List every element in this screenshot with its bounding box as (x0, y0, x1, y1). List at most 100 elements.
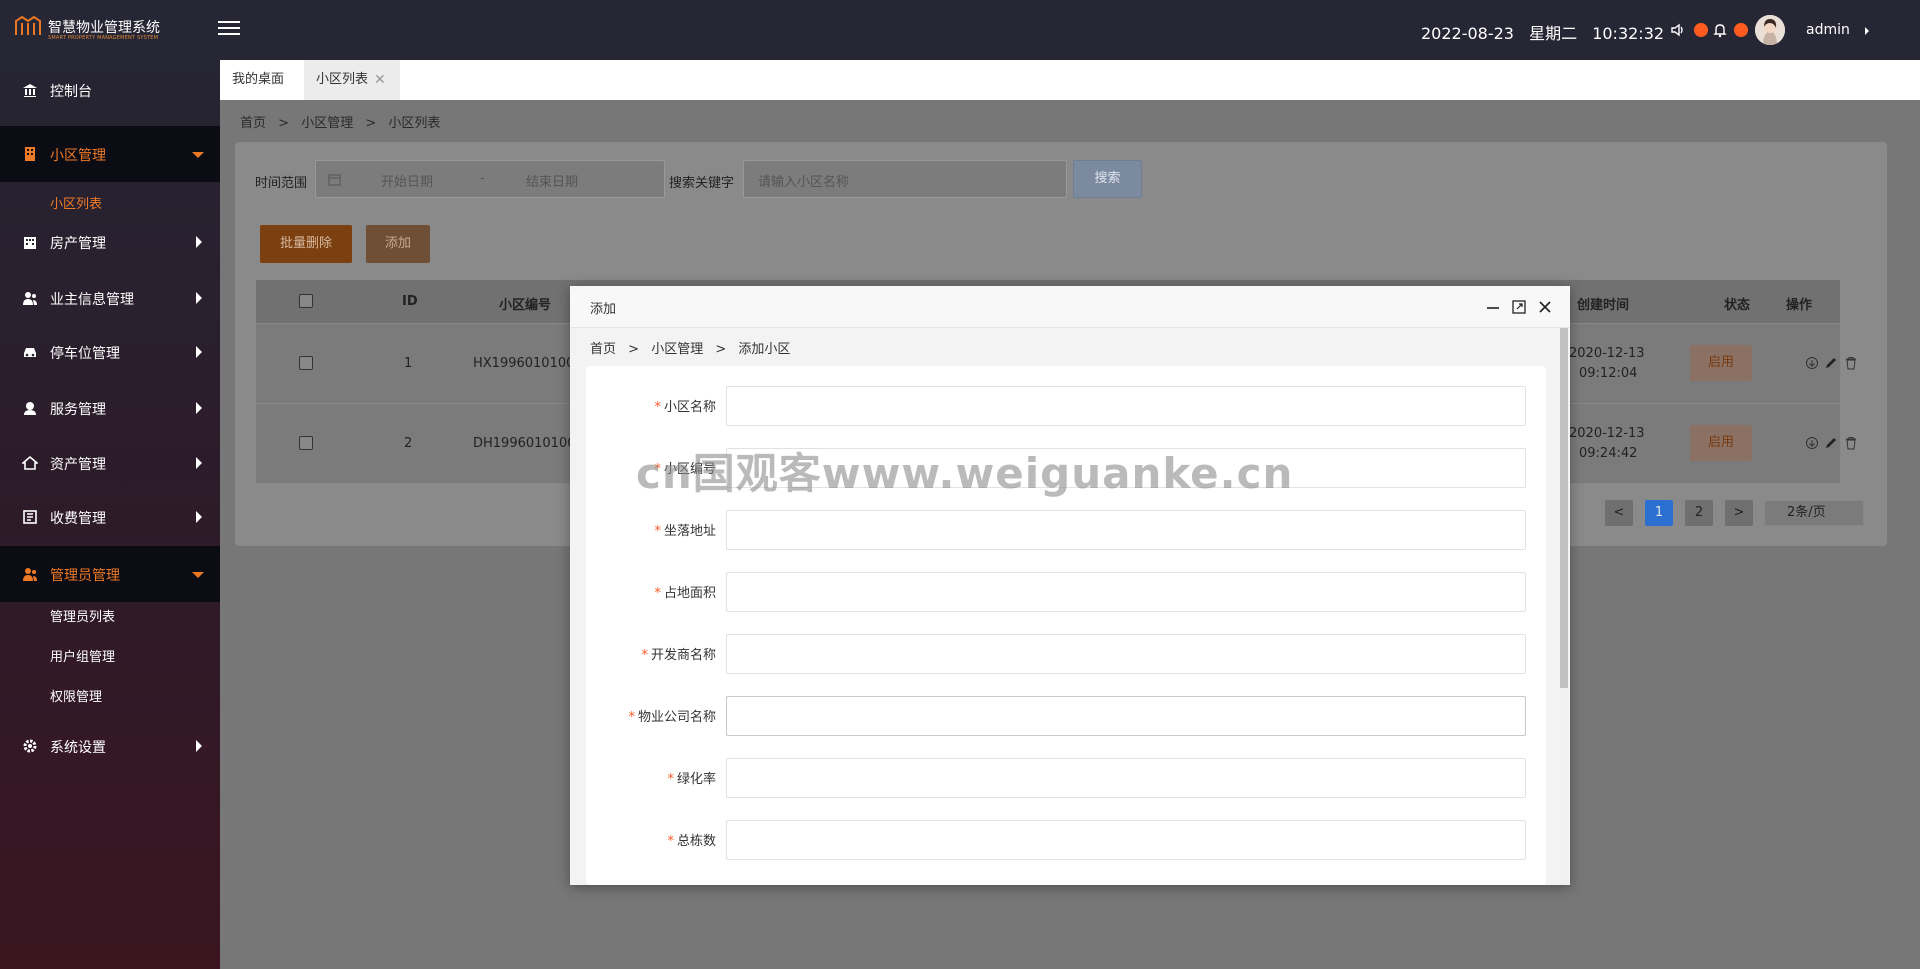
field-label-text: 坐落地址 (663, 524, 716, 539)
sidebar-item-service[interactable]: 服务管理 (0, 380, 220, 436)
users-icon (23, 292, 37, 305)
sidebar-item-dashboard[interactable]: 控制台 (0, 62, 220, 118)
sidebar-item-owners[interactable]: 业主信息管理 (0, 270, 220, 326)
buildings-input[interactable] (726, 820, 1526, 860)
tabs-bar: 我的桌面 小区列表 ✕ (220, 60, 1920, 100)
sidebar-item-label: 业主信息管理 (50, 292, 134, 308)
add-button[interactable]: 添加 (366, 225, 430, 263)
row-checkbox[interactable] (299, 436, 313, 450)
tab-community-list[interactable]: 小区列表 ✕ (304, 60, 400, 100)
user-caret-icon[interactable] (1865, 27, 1869, 35)
speaker-icon[interactable] (1670, 22, 1686, 38)
tab-label: 我的桌面 (232, 72, 285, 87)
page-2-button[interactable]: 2 (1685, 500, 1713, 526)
breadcrumb-home[interactable]: 首页 (240, 116, 266, 131)
sidebar-sub-permissions[interactable]: 权限管理 (0, 675, 220, 713)
tab-label: 小区列表 (316, 72, 369, 87)
sidebar-item-parking[interactable]: 停车位管理 (0, 324, 220, 380)
developer-input[interactable] (726, 634, 1526, 674)
status-badge[interactable]: 启用 (1690, 425, 1752, 461)
sidebar-item-admin[interactable]: 管理员管理 (0, 546, 220, 602)
form-row-developer: * 开发商名称 (586, 634, 1546, 674)
breadcrumb-community[interactable]: 小区管理 (301, 116, 353, 131)
field-label-text: 物业公司名称 (637, 710, 716, 725)
field-label: * 绿化率 (667, 768, 716, 787)
form-row-green-rate: * 绿化率 (586, 758, 1546, 798)
chevron-right-icon (196, 511, 202, 523)
dialog-scrollbar[interactable] (1560, 328, 1568, 885)
dialog-breadcrumb-community[interactable]: 小区管理 (651, 342, 703, 357)
sidebar-item-property[interactable]: 房产管理 (0, 214, 220, 270)
end-date-input[interactable]: 结束日期 (526, 171, 578, 190)
search-button[interactable]: 搜索 (1073, 160, 1142, 198)
green-rate-input[interactable] (726, 758, 1526, 798)
form-row-address: * 坐落地址 (586, 510, 1546, 550)
date-range-picker[interactable]: 开始日期 - 结束日期 (315, 160, 665, 198)
username[interactable]: admin (1806, 22, 1850, 38)
download-icon[interactable] (1805, 436, 1819, 450)
trash-icon[interactable] (1844, 436, 1858, 450)
tab-desktop[interactable]: 我的桌面 (220, 60, 304, 100)
status-badge[interactable]: 启用 (1690, 345, 1752, 381)
calendar-icon (328, 174, 341, 186)
logo-icon (15, 15, 41, 35)
community-name-input[interactable] (726, 386, 1526, 426)
sidebar-item-settings[interactable]: 系统设置 (0, 718, 220, 774)
column-ops: 操作 (1786, 298, 1813, 313)
breadcrumb-separator: > (715, 342, 727, 357)
form-row-area: * 占地面积 (586, 572, 1546, 612)
edit-icon[interactable] (1824, 356, 1838, 370)
chevron-right-icon (196, 740, 202, 752)
scrollbar-thumb[interactable] (1560, 328, 1568, 688)
trash-icon[interactable] (1844, 356, 1858, 370)
close-icon[interactable] (1536, 298, 1554, 316)
start-date-input[interactable]: 开始日期 (381, 171, 433, 190)
chevron-right-icon (196, 457, 202, 469)
required-mark: * (641, 648, 648, 663)
dialog-header: 添加 (570, 286, 1570, 328)
required-mark: * (654, 586, 661, 601)
sidebar-item-community[interactable]: 小区管理 (0, 126, 220, 182)
keyword-input[interactable]: 请输入小区名称 (743, 160, 1067, 198)
next-page-button[interactable]: > (1725, 500, 1753, 526)
address-input[interactable] (726, 510, 1526, 550)
header-time: 10:32:32 (1592, 24, 1665, 43)
minimize-icon[interactable] (1484, 298, 1502, 316)
close-icon[interactable]: ✕ (374, 60, 386, 100)
download-icon[interactable] (1805, 356, 1819, 370)
sidebar-item-billing[interactable]: 收费管理 (0, 489, 220, 545)
cell-time: 09:24:42 (1579, 446, 1638, 461)
sidebar-sub-user-groups[interactable]: 用户组管理 (0, 635, 220, 673)
field-label: * 开发商名称 (641, 644, 716, 663)
prev-page-button[interactable]: < (1605, 500, 1633, 526)
field-label-text: 占地面积 (663, 586, 716, 601)
sidebar-item-assets[interactable]: 资产管理 (0, 435, 220, 491)
header-date: 2022-08-23 (1421, 24, 1514, 43)
dialog-breadcrumb-home[interactable]: 首页 (590, 342, 616, 357)
page-1-button[interactable]: 1 (1645, 500, 1673, 526)
batch-delete-button[interactable]: 批量删除 (260, 225, 352, 263)
field-label: * 物业公司名称 (628, 706, 716, 725)
bank-icon (23, 84, 37, 97)
chevron-right-icon (196, 236, 202, 248)
cell-code: DH1996010100 (473, 436, 576, 451)
bell-icon[interactable] (1712, 22, 1728, 38)
field-label-text: 小区名称 (663, 400, 716, 415)
edit-icon[interactable] (1824, 436, 1838, 450)
maximize-icon[interactable] (1510, 298, 1528, 316)
menu-toggle-icon[interactable] (218, 18, 240, 40)
sidebar-sub-label: 用户组管理 (50, 650, 116, 665)
select-all-checkbox[interactable] (299, 294, 313, 308)
column-created: 创建时间 (1577, 298, 1630, 313)
area-input[interactable] (726, 572, 1526, 612)
breadcrumb-current: 小区列表 (388, 116, 441, 131)
avatar[interactable] (1755, 15, 1785, 45)
field-label-text: 总栋数 (676, 834, 716, 849)
row-checkbox[interactable] (299, 356, 313, 370)
property-company-input[interactable] (726, 696, 1526, 736)
page-size-select[interactable]: 2条/页 (1764, 500, 1864, 526)
breadcrumb-separator: > (365, 116, 377, 131)
top-header: 智慧物业管理系统 SMART PROPERTY MANAGEMENT SYSTE… (0, 0, 1920, 60)
time-range-label: 时间范围 (255, 176, 308, 191)
sidebar-sub-admin-list[interactable]: 管理员列表 (0, 595, 220, 633)
